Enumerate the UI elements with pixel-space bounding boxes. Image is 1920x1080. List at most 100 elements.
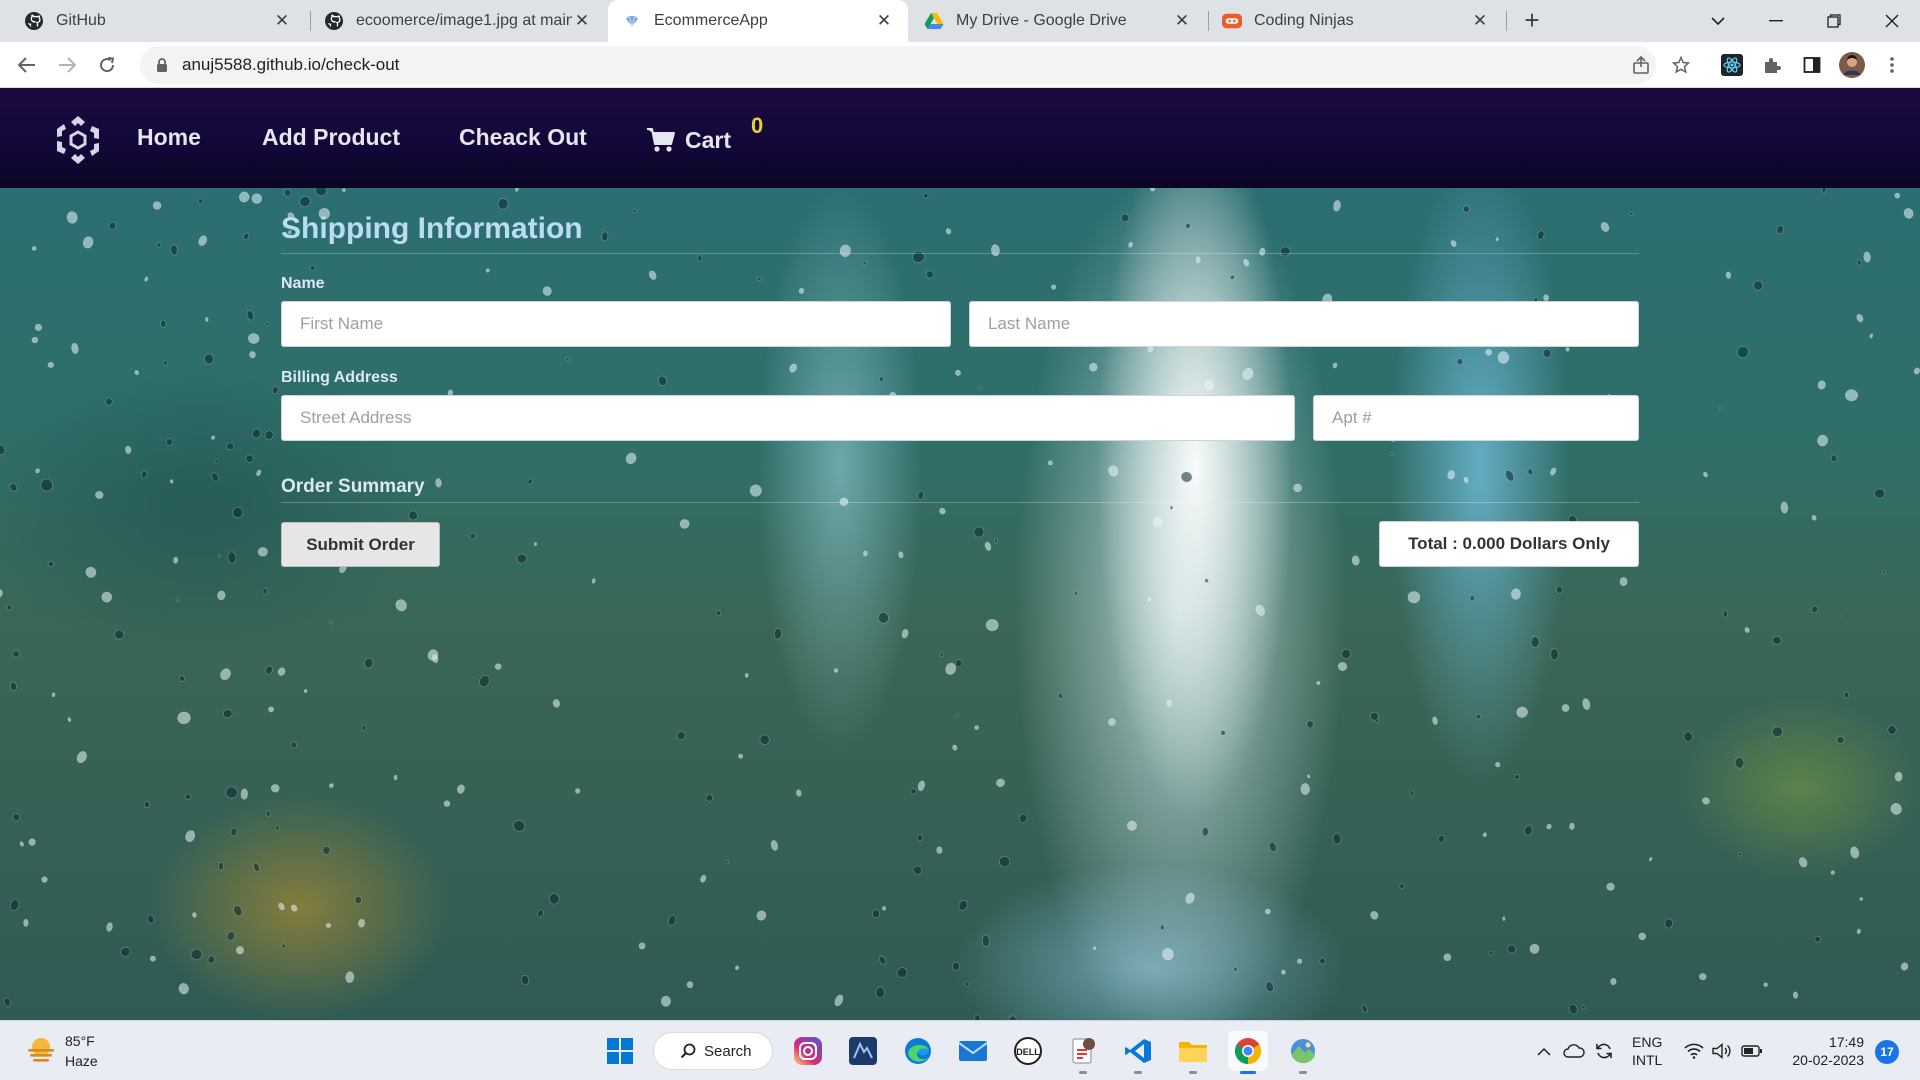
close-icon[interactable]: ✕	[874, 11, 894, 31]
raindrop	[1443, 953, 1452, 962]
clock-time: 17:49	[1828, 1034, 1864, 1050]
restore-button[interactable]	[1806, 0, 1862, 42]
raindrop	[205, 317, 209, 322]
raindrop	[1482, 832, 1487, 838]
app-icon[interactable]	[843, 1031, 883, 1071]
raindrop	[898, 551, 904, 559]
submit-order-button[interactable]: Submit Order	[281, 522, 440, 567]
raindrop	[265, 665, 273, 675]
cart-icon[interactable]	[646, 127, 676, 153]
sync-icon[interactable]	[1592, 1039, 1616, 1063]
file-explorer-icon[interactable]	[1173, 1031, 1213, 1074]
wifi-icon[interactable]	[1682, 1039, 1706, 1063]
raindrop	[1792, 991, 1799, 999]
google-drive-icon	[924, 11, 944, 31]
react-devtools-icon[interactable]	[1718, 51, 1746, 79]
raindrop	[725, 860, 730, 865]
raindrop	[66, 211, 78, 224]
tab-search-chevron-icon[interactable]	[1690, 0, 1746, 42]
chrome-icon[interactable]	[1228, 1031, 1268, 1074]
tab-github[interactable]: GitHub ✕	[10, 0, 306, 42]
raindrop	[1771, 726, 1783, 737]
raindrop	[945, 662, 957, 675]
taskbar-clock[interactable]: 17:49 20-02-2023	[1776, 1033, 1864, 1069]
raindrop	[936, 846, 943, 854]
new-tab-button[interactable]: +	[1518, 7, 1546, 35]
raindrop	[443, 800, 451, 807]
raindrop	[278, 902, 285, 911]
address-bar[interactable]: anuj5588.github.io/check-out	[140, 46, 1656, 84]
tab-coding-ninjas[interactable]: Coding Ninjas ✕	[1208, 0, 1504, 42]
raindrop	[275, 825, 280, 831]
app-logo-icon[interactable]	[50, 112, 106, 168]
raindrop	[203, 353, 214, 365]
nav-checkout-link[interactable]: Cheack Out	[459, 124, 587, 151]
raindrop	[257, 547, 268, 557]
raindrop	[185, 793, 192, 800]
tab-ecoomerce-image[interactable]: ecoomerce/image1.jpg at main · ✕	[310, 0, 606, 42]
raindrop	[789, 363, 797, 373]
app-favicon	[622, 11, 642, 31]
minimize-button[interactable]	[1748, 0, 1804, 42]
share-icon[interactable]	[1628, 52, 1654, 78]
back-arrow-icon[interactable]	[12, 50, 42, 80]
raindrop	[1185, 892, 1195, 904]
vscode-icon[interactable]	[1118, 1031, 1158, 1074]
nav-add-product-link[interactable]: Add Product	[262, 124, 400, 151]
mail-icon[interactable]	[953, 1031, 993, 1071]
windows-start-icon[interactable]	[600, 1031, 640, 1071]
raindrop	[984, 541, 992, 551]
last-name-input[interactable]	[969, 301, 1639, 347]
close-icon[interactable]: ✕	[572, 11, 592, 31]
photos-icon[interactable]	[1283, 1031, 1323, 1074]
tab-ecommerceapp[interactable]: EcommerceApp ✕	[608, 0, 908, 42]
reload-icon[interactable]	[92, 50, 122, 80]
raindrop	[1561, 704, 1570, 712]
instagram-icon[interactable]	[788, 1031, 828, 1071]
chevron-up-icon[interactable]	[1532, 1039, 1556, 1063]
volume-icon[interactable]	[1710, 1039, 1734, 1063]
street-address-input[interactable]	[281, 395, 1295, 441]
extensions-puzzle-icon[interactable]	[1758, 51, 1786, 79]
raindrop	[1887, 725, 1897, 735]
file-icon[interactable]	[1063, 1031, 1103, 1074]
raindrop	[1127, 820, 1138, 831]
lock-icon[interactable]	[154, 57, 170, 73]
raindrop	[1894, 771, 1903, 782]
battery-icon[interactable]	[1740, 1039, 1764, 1063]
bookmark-star-icon[interactable]	[1668, 52, 1694, 78]
nav-cart-link[interactable]: Cart	[685, 127, 731, 154]
close-icon[interactable]: ✕	[1470, 11, 1490, 31]
edge-icon[interactable]	[898, 1031, 938, 1071]
notification-badge[interactable]: 17	[1875, 1040, 1899, 1064]
shipping-info-heading: Shipping Information	[281, 212, 583, 245]
raindrop	[290, 904, 298, 912]
close-icon[interactable]: ✕	[1172, 11, 1192, 31]
raindrop	[601, 231, 609, 242]
raindrop	[1463, 205, 1470, 213]
forward-arrow-icon[interactable]	[52, 50, 82, 80]
close-icon[interactable]: ✕	[272, 11, 292, 31]
raindrop	[101, 591, 113, 603]
first-name-input[interactable]	[281, 301, 951, 347]
close-window-button[interactable]	[1864, 0, 1920, 42]
weather-haze-icon[interactable]	[26, 1035, 56, 1065]
raindrop	[958, 899, 968, 911]
raindrop	[1719, 406, 1723, 410]
raindrop	[1280, 246, 1291, 257]
more-menu-icon[interactable]	[1878, 51, 1906, 79]
taskbar-search-box[interactable]: Search	[653, 1032, 773, 1070]
onedrive-cloud-icon[interactable]	[1562, 1039, 1586, 1063]
raindrop	[271, 784, 280, 793]
profile-avatar[interactable]	[1838, 51, 1866, 79]
side-panel-icon[interactable]	[1798, 51, 1826, 79]
raindrop	[185, 830, 196, 842]
apt-input[interactable]	[1313, 395, 1639, 441]
nav-home-link[interactable]: Home	[137, 124, 201, 151]
windows-taskbar: 85°F Haze Search DELL ENG INTL 17:49 20-…	[0, 1020, 1920, 1080]
language-indicator[interactable]: ENG INTL	[1632, 1033, 1662, 1069]
raindrop	[916, 834, 924, 842]
raindrop	[28, 838, 36, 846]
tab-google-drive[interactable]: My Drive - Google Drive ✕	[910, 0, 1206, 42]
dell-icon[interactable]: DELL	[1008, 1031, 1048, 1071]
